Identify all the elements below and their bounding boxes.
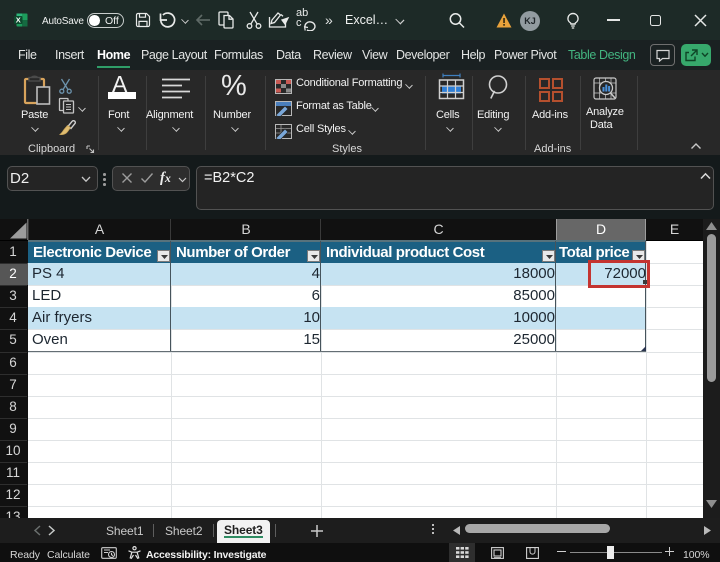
svg-text:X: X xyxy=(16,16,21,25)
